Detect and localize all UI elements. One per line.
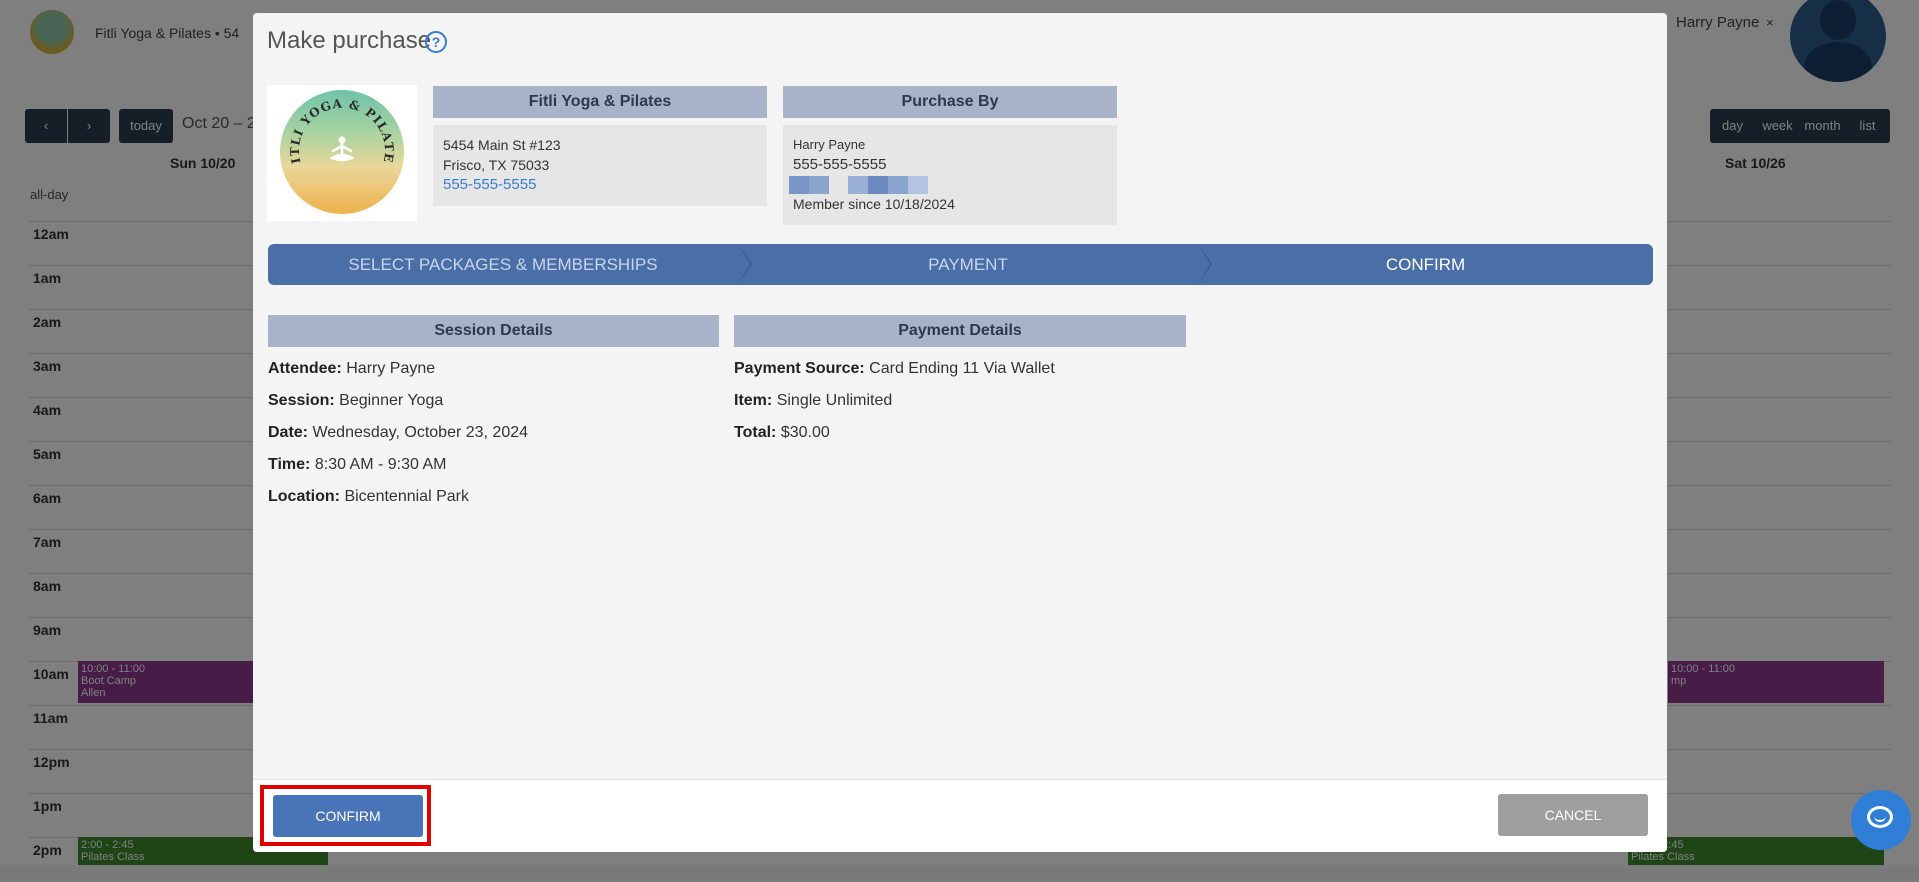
step-select-packages[interactable]: SELECT PACKAGES & MEMBERSHIPS (268, 244, 738, 285)
payment-detail-total: Total: $30.00 (734, 424, 830, 441)
purchaser-name: Harry Payne (793, 137, 866, 152)
make-purchase-modal: Make purchase ? FITLI YOGA & PILATES Fit… (253, 13, 1667, 852)
studio-logo: FITLI YOGA & PILATES (267, 85, 417, 221)
redacted-email-block (809, 176, 829, 194)
session-detail-session: Session: Beginner Yoga (268, 392, 444, 409)
payment-detail-item: Item: Single Unlimited (734, 392, 893, 409)
session-detail-attendee: Attendee: Harry Payne (268, 360, 436, 377)
step-confirm[interactable]: CONFIRM (1198, 244, 1653, 285)
studio-logo-disc: FITLI YOGA & PILATES (280, 90, 404, 214)
redacted-email-block (888, 176, 908, 194)
modal-title: Make purchase (267, 27, 432, 54)
session-detail-date: Date: Wednesday, October 23, 2024 (268, 424, 529, 441)
purchaser-info-box: Harry Payne 555-555-5555 Member since 10… (783, 125, 1117, 225)
redacted-email-block (908, 176, 928, 194)
session-detail-time: Time: 8:30 AM - 9:30 AM (268, 456, 447, 473)
help-icon[interactable]: ? (425, 31, 447, 53)
purchaser-phone: 555-555-5555 (793, 156, 887, 173)
studio-phone-link[interactable]: 555-555-5555 (443, 176, 536, 193)
studio-address-line1: 5454 Main St #123 (443, 137, 561, 153)
purchase-steps-bar: SELECT PACKAGES & MEMBERSHIPS PAYMENT CO… (268, 244, 1653, 285)
payment-details-heading: Payment Details (734, 315, 1186, 347)
confirm-button[interactable]: CONFIRM (273, 795, 423, 837)
cancel-button[interactable]: CANCEL (1498, 794, 1648, 836)
session-details-heading: Session Details (268, 315, 719, 347)
studio-info-box: 5454 Main St #123 Frisco, TX 75033 555-5… (433, 125, 767, 206)
redacted-email-block (868, 176, 888, 194)
step-payment[interactable]: PAYMENT (738, 244, 1198, 285)
session-detail-location: Location: Bicentennial Park (268, 488, 469, 505)
redacted-email-block (789, 176, 809, 194)
meditation-figure-icon (329, 136, 355, 162)
purchaser-info-heading: Purchase By (783, 86, 1117, 118)
studio-address-line2: Frisco, TX 75033 (443, 157, 550, 173)
member-since: Member since 10/18/2024 (793, 196, 955, 212)
modal-footer: CONFIRM CANCEL (253, 779, 1667, 852)
redacted-email-block (848, 176, 868, 194)
studio-info-heading: Fitli Yoga & Pilates (433, 86, 767, 118)
chat-launcher-button[interactable] (1851, 790, 1911, 850)
payment-detail-source: Payment Source: Card Ending 11 Via Walle… (734, 360, 1055, 377)
